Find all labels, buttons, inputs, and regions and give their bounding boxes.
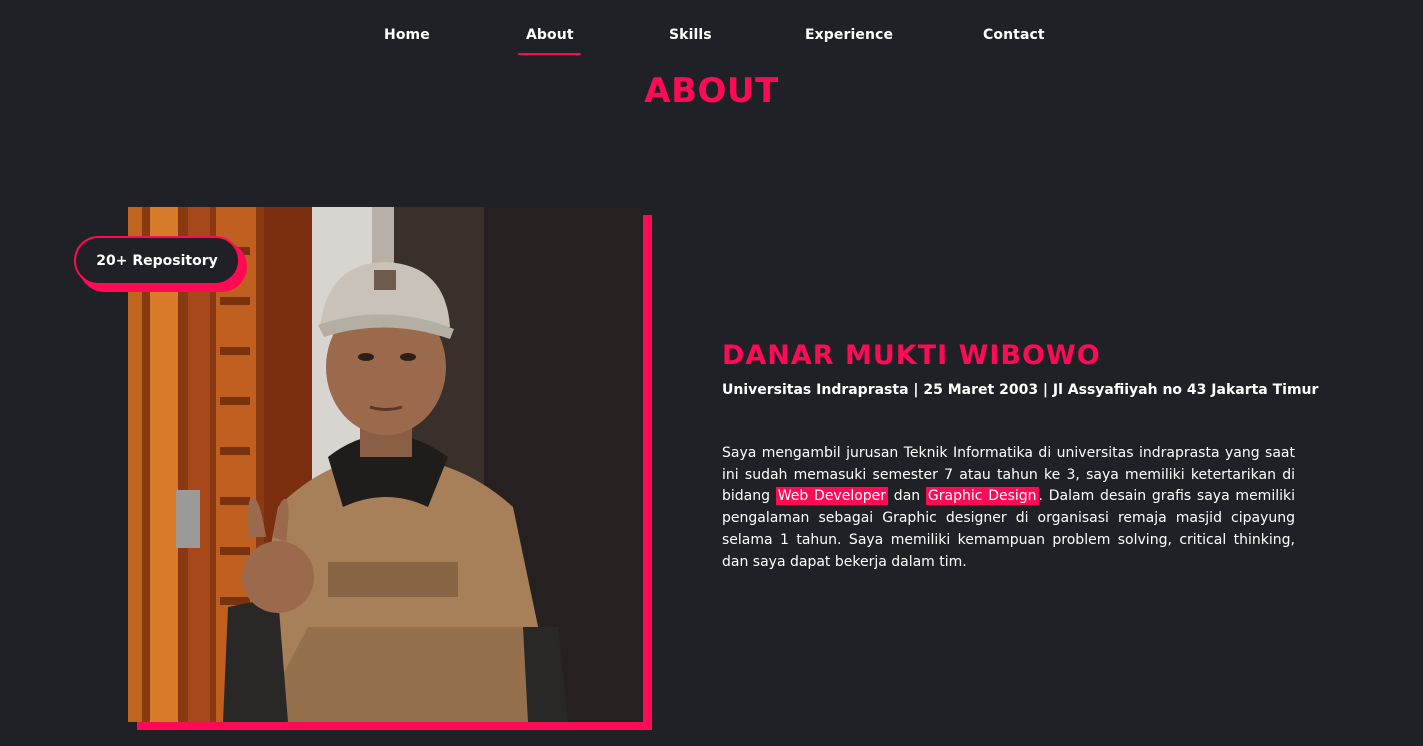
top-navigation: Home About Skills Experience Contact (0, 0, 1423, 60)
profile-details: Universitas Indraprasta | 25 Maret 2003 … (722, 382, 1319, 398)
about-page: Home About Skills Experience Contact ABO… (0, 0, 1423, 746)
nav-item-skills[interactable]: Skills (669, 27, 712, 43)
repository-badge-label: 20+ Repository (96, 252, 218, 269)
nav-item-contact[interactable]: Contact (983, 27, 1045, 43)
nav-item-home[interactable]: Home (384, 27, 430, 43)
bio-text: dan (888, 488, 926, 505)
profile-name: DANAR MUKTI WIBOWO (722, 340, 1101, 371)
nav-item-experience[interactable]: Experience (805, 27, 893, 43)
repository-badge: 20+ Repository (74, 236, 240, 285)
profile-bio: Saya mengambil jurusan Teknik Informatik… (722, 443, 1295, 573)
highlight-graphic-design: Graphic Design (925, 487, 1039, 506)
nav-item-about[interactable]: About (518, 27, 581, 55)
section-title: ABOUT (644, 71, 779, 111)
highlight-web-developer: Web Developer (775, 487, 889, 506)
